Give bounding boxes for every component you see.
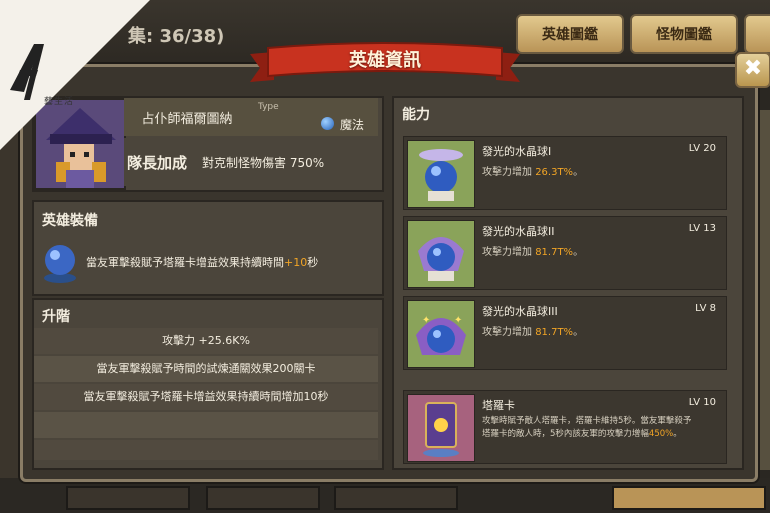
ability-level: LV 8 [695, 303, 716, 314]
ability-value: 26.3T% [535, 167, 574, 178]
abilities-heading: 能力 [402, 107, 430, 123]
upgrade-row [34, 412, 378, 438]
ability-level: LV 10 [688, 397, 716, 408]
close-button[interactable]: ✖ [735, 52, 770, 88]
ability-value: 450% [648, 429, 674, 439]
bottom-slot [334, 486, 458, 510]
ability-description: 攻擊時賦予敵人塔羅卡，塔羅卡維持5秒。當友軍擊殺予 塔羅卡的敵人時，5秒內該友軍的… [482, 415, 718, 441]
equipment-highlight: +10 [284, 256, 308, 269]
upgrade-row [34, 440, 378, 460]
ability-suffix: 。 [673, 429, 682, 439]
crystal-ball-icon [407, 220, 475, 288]
ability-suffix: 。 [573, 167, 584, 178]
ability-item[interactable]: ✦ ✦ 發光的水晶球III LV 8 攻擊力增加 81.7T%。 [403, 296, 727, 370]
tab-hero-codex[interactable]: 英雄圖鑑 [516, 14, 624, 54]
crystal-ball-icon [407, 140, 475, 208]
svg-text:✦: ✦ [454, 315, 462, 326]
ability-desc-line2: 塔羅卡的敵人時，5秒內該友軍的攻擊力增幅 [482, 429, 649, 439]
bottom-button[interactable] [612, 486, 766, 510]
ability-value: 81.7T% [535, 247, 574, 258]
ability-desc-text: 攻擊力增加 [482, 327, 536, 338]
ability-desc-line1: 攻擊時賦予敵人塔羅卡，塔羅卡維持5秒。當友軍擊殺予 [482, 416, 692, 426]
dialog-title: 英雄資訊 [349, 50, 421, 71]
ability-name: 塔羅卡 [482, 399, 515, 412]
magic-orb-icon [321, 117, 334, 130]
ability-description: 攻擊力增加 81.7T%。 [482, 323, 583, 338]
ability-value: 81.7T% [535, 327, 574, 338]
ability-name: 發光的水晶球II [482, 225, 555, 238]
upgrade-row: 當友軍擊殺賦予時間的試煉通關效果200關卡 [34, 356, 378, 382]
ability-desc-text: 攻擊力增加 [482, 167, 536, 178]
crystal-ball-icon [44, 245, 76, 283]
ability-suffix: 。 [573, 327, 584, 338]
ability-item[interactable]: 塔羅卡 LV 10 攻擊時賦予敵人塔羅卡，塔羅卡維持5秒。當友軍擊殺予 塔羅卡的敵… [403, 390, 727, 464]
upgrade-row: 攻擊力 +25.6K% [34, 328, 378, 354]
svg-text:✦: ✦ [422, 315, 430, 326]
tarot-card-icon [407, 394, 475, 462]
ability-description: 攻擊力增加 81.7T%。 [482, 243, 583, 258]
upgrade-row: 當友軍擊殺賦予塔羅卡增益效果持續時間增加10秒 [34, 384, 378, 410]
ability-name: 發光的水晶球III [482, 305, 558, 318]
bottom-slot [66, 486, 190, 510]
hero-type: Type 魔法 [250, 98, 378, 136]
tab-extra[interactable] [744, 14, 770, 54]
equipment-text: 當友軍擊殺賦予塔羅卡增益效果持續時間 [86, 256, 284, 269]
brand-logo [0, 0, 150, 150]
leader-bonus-value: 對克制怪物傷害 750% [192, 138, 378, 186]
equipment-effect-text: 當友軍擊殺賦予塔羅卡增益效果持續時間+10秒 [86, 254, 318, 270]
upgrade-heading: 升階 [42, 309, 70, 325]
type-value: 魔法 [340, 118, 365, 132]
type-label: Type [258, 102, 279, 112]
brand-name: 藝生活 [44, 97, 75, 107]
bottom-slot [206, 486, 320, 510]
ability-level: LV 20 [688, 143, 716, 154]
ability-item[interactable]: 發光的水晶球I LV 20 攻擊力增加 26.3T%。 [403, 136, 727, 210]
ability-suffix: 。 [573, 247, 584, 258]
equipment-heading: 英雄裝備 [42, 213, 98, 229]
ability-name: 發光的水晶球I [482, 145, 552, 158]
tab-monster-codex[interactable]: 怪物圖鑑 [630, 14, 738, 54]
close-icon: ✖ [743, 56, 763, 81]
ability-description: 攻擊力增加 26.3T%。 [482, 163, 583, 178]
equipment-suffix: 秒 [307, 256, 319, 269]
ability-item[interactable]: 發光的水晶球II LV 13 攻擊力增加 81.7T%。 [403, 216, 727, 290]
crystal-ball-icon: ✦ ✦ [407, 300, 475, 368]
ability-level: LV 13 [688, 223, 716, 234]
ability-desc-text: 攻擊力增加 [482, 247, 536, 258]
